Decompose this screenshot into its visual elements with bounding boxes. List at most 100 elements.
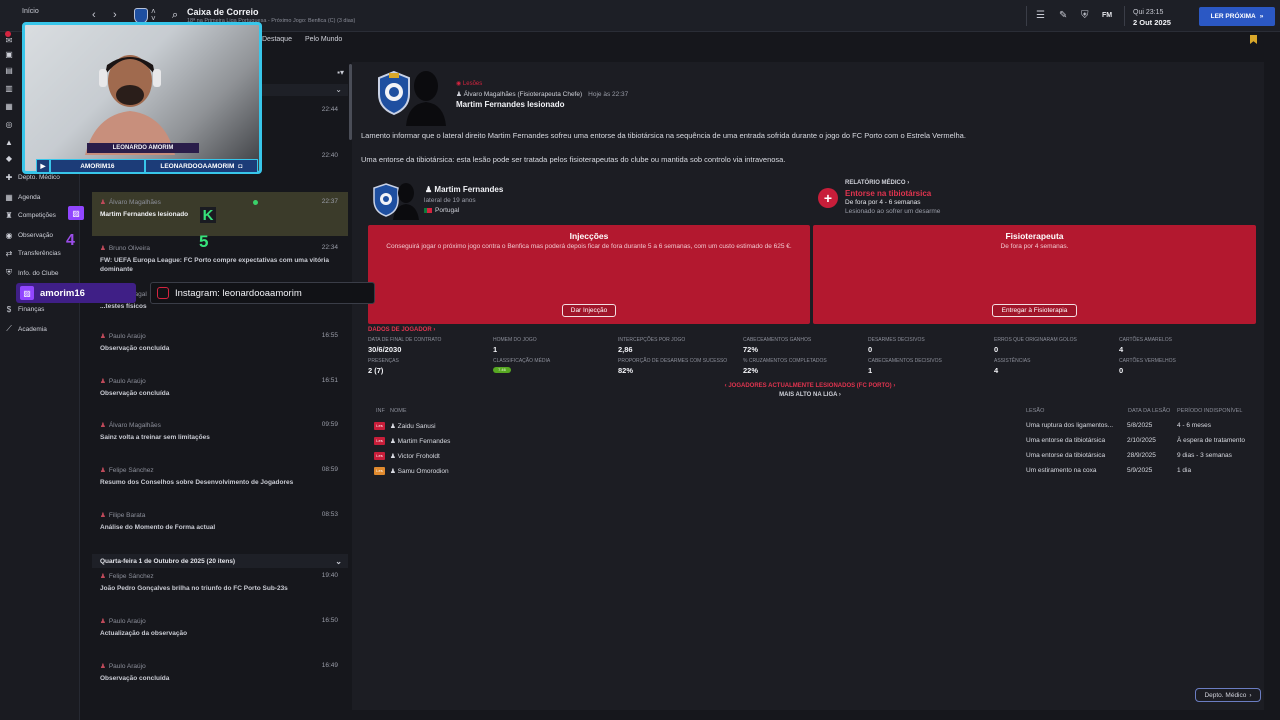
item-time: 16:50 — [321, 617, 338, 624]
send-to-physio-button[interactable]: Entregar à Fisioterapia — [992, 304, 1077, 317]
nav-item-finances[interactable]: $ Finanças — [0, 301, 80, 317]
column-header[interactable]: PERÍODO INDISPONÍVEL — [1177, 408, 1242, 414]
nav-item-academy[interactable]: ⟋ Academia — [0, 321, 80, 337]
league-filter-label: MAIS ALTO NA LIGA — [779, 392, 838, 398]
menu-icon[interactable]: ☰ — [1036, 10, 1045, 21]
edit-icon[interactable]: ✎ — [1059, 10, 1067, 21]
stat-red-cards: CARTÕES VERMELHOS 0 — [1119, 358, 1176, 375]
injury-tag: Les — [374, 467, 385, 475]
nav-label: Competições — [18, 211, 56, 219]
back-icon[interactable]: ‹ — [92, 9, 96, 21]
stat-tackle-success: PROPORÇÃO DE DESARMES COM SUCESSO 82% — [618, 358, 727, 375]
column-header[interactable]: LESÃO — [1026, 408, 1044, 414]
player-name-cell[interactable]: ♟ Samu Omorodion — [390, 467, 449, 475]
streamer-name: LEONARDO AMORIM — [87, 143, 199, 153]
injury-tag: Les — [374, 452, 385, 460]
divider — [1026, 6, 1027, 26]
table-row[interactable]: Les ♟ Samu Omorodion Um estiramento na c… — [368, 464, 1258, 479]
overlay-number: 5 — [199, 232, 209, 251]
read-next-button[interactable]: LER PRÓXIMA » — [1199, 7, 1275, 26]
stat-label: CLASSIFICAÇÃO MÉDIA — [493, 358, 551, 364]
column-header[interactable]: INF — [376, 408, 385, 414]
nav-label: Depto. Médico — [18, 173, 60, 181]
search-icon[interactable]: ⌕ — [172, 9, 178, 22]
person-icon: ♟ — [390, 438, 398, 445]
column-header[interactable]: NOME — [390, 408, 407, 414]
instagram-pill: Instagram: leonardooaamorim — [150, 282, 375, 304]
item-subject: Análise do Momento de Forma actual — [100, 524, 216, 531]
inbox-item[interactable]: ♟ Paulo Araújo 16:51 Observação concluída — [92, 371, 348, 413]
table-row[interactable]: Les ♟ Martim Fernandes Uma entorse da ti… — [368, 434, 1258, 449]
bookmark-icon[interactable] — [1250, 35, 1257, 44]
inbox-item[interactable]: ♟ Paulo Araújo 16:55 Observação concluída — [92, 326, 348, 368]
stat-headers-won: CABECEAMENTOS GANHOS 72% — [743, 337, 811, 354]
column-header[interactable]: DATA DA LESÃO — [1128, 408, 1170, 414]
message-paragraph: Uma entorse da tibiotársica: esta lesão … — [361, 155, 786, 164]
injured-players-link[interactable]: ‹ JOGADORES ACTUALMENTE LESIONADOS (FC P… — [700, 383, 920, 389]
home-link[interactable]: Início — [22, 8, 39, 15]
league-filter-link[interactable]: MAIS ALTO NA LIGA › — [700, 392, 920, 398]
item-time: 22:34 — [321, 244, 338, 251]
forward-icon[interactable]: › — [113, 9, 117, 21]
kick-logo: K — [200, 207, 216, 224]
nav-label: Transferências — [18, 249, 61, 257]
stat-value: 0 — [868, 345, 873, 354]
table-row[interactable]: Les ♟ Zaidu Sanusi Uma ruptura dos ligam… — [368, 419, 1258, 434]
medical-report-link[interactable]: RELATÓRIO MÉDICO › — [845, 180, 909, 186]
person-icon: ♟ — [390, 468, 398, 475]
table-row[interactable]: Les ♟ Victor Froholdt Uma entorse da tib… — [368, 449, 1258, 464]
nav-item-club-info[interactable]: ⛨ Info. do Clube — [0, 265, 80, 281]
club-switch-chevron-icon[interactable]: ˄ ˅ — [151, 8, 156, 23]
give-injection-button[interactable]: Dar Injecção — [562, 304, 616, 317]
player-data-link[interactable]: DADOS DE JOGADOR › — [368, 327, 435, 333]
fm-logo[interactable]: FM — [1102, 12, 1112, 19]
webcam-overlay: LEONARDO AMORIM — [22, 22, 262, 174]
player-name-label: Martim Fernandes — [434, 185, 504, 194]
inbox-item[interactable]: ♟ Felipe Sánchez 19:40 João Pedro Gonçalv… — [92, 566, 348, 608]
injection-option: Injecções Conseguirá jogar o próximo jog… — [368, 225, 810, 324]
stat-average-rating: CLASSIFICAÇÃO MÉDIA 7.46 — [493, 358, 550, 373]
player-name-cell[interactable]: ♟ Zaidu Sanusi — [390, 422, 436, 430]
inbox-item[interactable]: ♟ Felipe Sánchez 08:59 Resumo dos Conselh… — [92, 460, 348, 502]
calendar-icon: ▦ — [5, 192, 13, 202]
sender-name: Álvaro Magalhães — [108, 422, 161, 429]
stat-value: 2,86 — [618, 345, 633, 354]
inbox-item[interactable]: ♟ Bruno Oliveira 22:34 FW: UEFA Europa Le… — [92, 238, 348, 280]
medical-report-label: RELATÓRIO MÉDICO — [845, 180, 906, 186]
tab-destaque[interactable]: Destaque — [262, 36, 292, 46]
inbox-item[interactable]: ♟ Filipe Barata 08:53 Análise do Momento … — [92, 505, 348, 547]
youtube-handle: AMORIM16 — [50, 159, 145, 173]
stat-label: PROPORÇÃO DE DESARMES COM SUCESSO — [618, 358, 728, 364]
stat-value: 0 — [994, 345, 999, 354]
stat-value: 4 — [994, 366, 999, 375]
streamer-silhouette — [85, 55, 175, 155]
nav-item-agenda[interactable]: ▦ Agenda — [0, 189, 80, 205]
player-name-cell[interactable]: ♟ Martim Fernandes — [390, 437, 450, 445]
player-avatar[interactable] — [392, 180, 420, 220]
stat-value: 22% — [743, 366, 759, 375]
person-icon: ♟ — [100, 333, 106, 340]
inbox-item[interactable]: ♟ Paulo Araújo 16:49 Observação concluída — [92, 656, 348, 698]
inbox-filter[interactable]: ▪▾ — [262, 62, 348, 82]
stat-interceptions: INTERCEPÇÕES POR JOGO 2,86 — [618, 337, 685, 354]
inbox-item[interactable]: ♟ Álvaro Magalhães 09:59 Sainz volta a tr… — [92, 415, 348, 457]
tab-pelo-mundo[interactable]: Pelo Mundo — [305, 36, 342, 46]
person-icon: ♟ — [456, 91, 464, 98]
stat-label: ASSISTÊNCIAS — [994, 358, 1031, 364]
period-cell: 4 - 6 meses — [1177, 422, 1211, 429]
overlay-number: 4 — [66, 232, 75, 249]
item-sender: ♟ Filipe Barata — [100, 511, 145, 519]
scouting-icon: ◉ — [5, 230, 13, 240]
injury-tag: Les — [374, 422, 385, 430]
medical-centre-button[interactable]: Depto. Médico › — [1195, 688, 1261, 702]
item-time: 22:37 — [321, 198, 338, 205]
stat-key-tackles: DESARMES DECISIVOS 0 — [868, 337, 925, 354]
player-name[interactable]: ♟ Martim Fernandes — [425, 185, 503, 194]
shield-icon[interactable]: ⛨ — [1081, 10, 1089, 21]
shirt-icon: ▣ — [5, 49, 13, 59]
day-header-label: Quarta-feira 1 de Outubro de 2025 (20 it… — [100, 557, 236, 565]
inbox-item[interactable]: ♟ Paulo Araújo 16:50 Actualização da obse… — [92, 611, 348, 653]
player-name-cell[interactable]: ♟ Victor Froholdt — [390, 452, 440, 460]
item-subject: Observação concluída — [100, 675, 170, 682]
inbox-item-selected[interactable]: ♟ Álvaro Magalhães 22:37 Martim Fernandes… — [92, 192, 348, 236]
